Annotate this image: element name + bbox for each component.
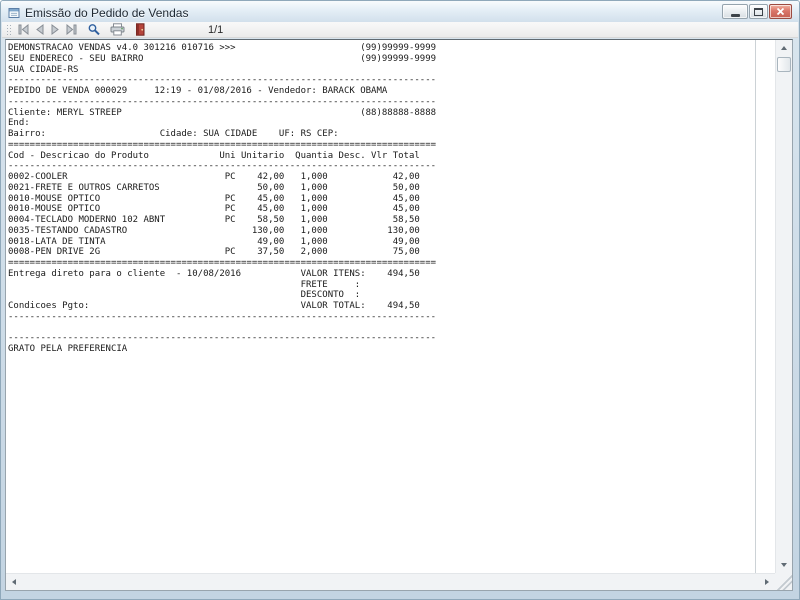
minimize-icon bbox=[731, 14, 740, 17]
report-text: DEMONSTRACAO VENDAS v4.0 301216 010716 >… bbox=[8, 43, 436, 355]
close-icon bbox=[776, 7, 785, 16]
magnifier-icon bbox=[87, 23, 101, 36]
preview-toolbar: 1/1 bbox=[2, 22, 798, 38]
close-button[interactable] bbox=[769, 4, 792, 19]
printer-icon bbox=[110, 23, 125, 36]
scroll-left-icon bbox=[12, 579, 16, 585]
first-page-button[interactable] bbox=[15, 23, 31, 37]
maximize-icon bbox=[754, 8, 763, 16]
page-right-edge bbox=[755, 40, 756, 573]
last-page-button[interactable] bbox=[63, 23, 79, 37]
next-page-icon bbox=[50, 24, 61, 35]
previous-page-button[interactable] bbox=[31, 23, 47, 37]
close-preview-button[interactable] bbox=[132, 23, 148, 37]
scroll-right-button[interactable] bbox=[759, 574, 775, 590]
app-window: Emissão do Pedido de Vendas bbox=[0, 0, 800, 600]
toolbar-gripper[interactable] bbox=[6, 24, 11, 35]
scroll-down-icon bbox=[781, 563, 787, 567]
resize-grip[interactable] bbox=[775, 573, 792, 590]
page-indicator: 1/1 bbox=[208, 24, 223, 36]
scroll-up-button[interactable] bbox=[776, 40, 792, 56]
print-button[interactable] bbox=[109, 23, 125, 37]
preview-area: DEMONSTRACAO VENDAS v4.0 301216 010716 >… bbox=[5, 39, 793, 591]
scroll-down-button[interactable] bbox=[776, 557, 792, 573]
previous-page-icon bbox=[34, 24, 45, 35]
window-controls bbox=[722, 4, 792, 19]
scroll-up-icon bbox=[781, 46, 787, 50]
horizontal-scrollbar[interactable] bbox=[6, 573, 775, 590]
app-icon bbox=[8, 7, 20, 19]
titlebar[interactable]: Emissão do Pedido de Vendas bbox=[1, 1, 799, 22]
next-page-button[interactable] bbox=[47, 23, 63, 37]
scroll-left-button[interactable] bbox=[6, 574, 22, 590]
exit-door-icon bbox=[135, 23, 146, 36]
zoom-button[interactable] bbox=[86, 23, 102, 37]
vertical-scroll-thumb[interactable] bbox=[777, 57, 791, 72]
minimize-button[interactable] bbox=[722, 4, 748, 19]
scroll-right-icon bbox=[765, 579, 769, 585]
first-page-icon bbox=[17, 24, 30, 35]
maximize-button[interactable] bbox=[749, 4, 768, 19]
last-page-icon bbox=[65, 24, 78, 35]
vertical-scrollbar[interactable] bbox=[775, 40, 792, 573]
window-title: Emissão do Pedido de Vendas bbox=[25, 6, 188, 20]
